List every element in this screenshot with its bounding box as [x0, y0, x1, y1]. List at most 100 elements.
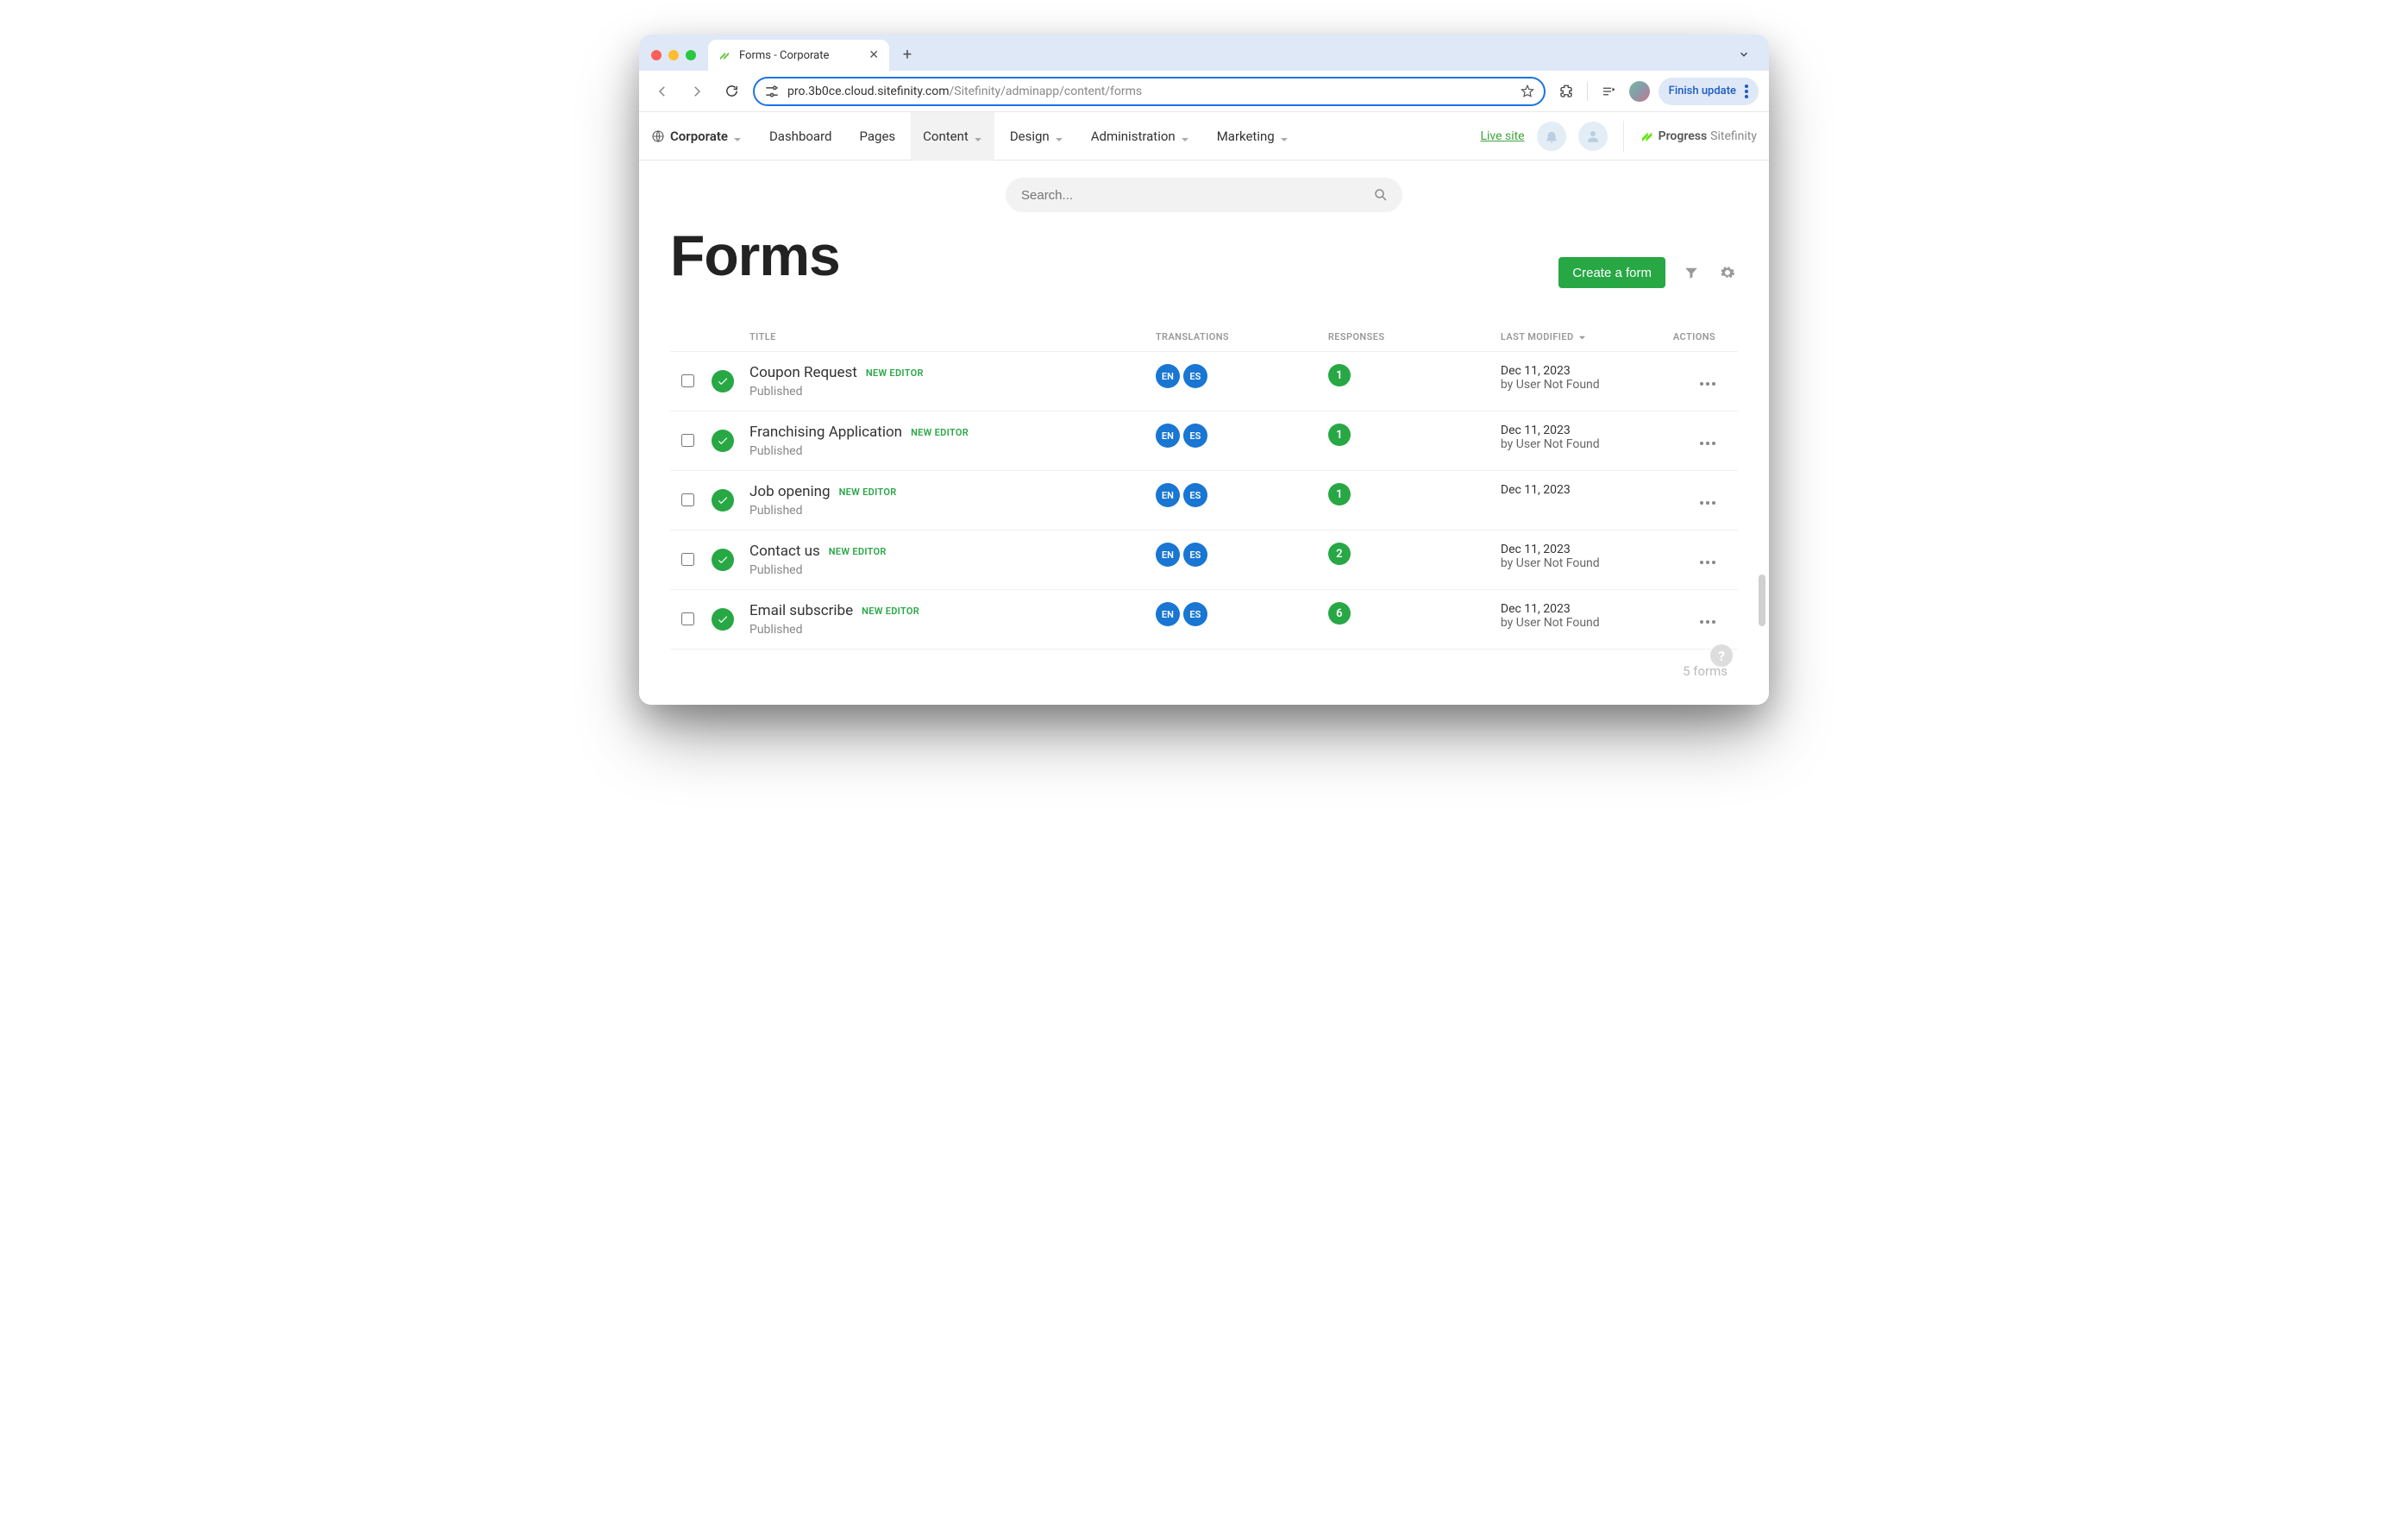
new-tab-button[interactable]: +	[894, 41, 920, 67]
caret-down-icon	[733, 132, 742, 141]
col-title[interactable]: TITLE	[743, 323, 1149, 352]
search-bar[interactable]	[1006, 178, 1402, 212]
lang-badge-en[interactable]: EN	[1156, 364, 1180, 388]
filter-icon[interactable]	[1681, 262, 1702, 283]
browser-window: Forms - Corporate ✕ + pro.3b0ce.cloud.si…	[639, 35, 1769, 705]
lang-badge-es[interactable]: ES	[1183, 483, 1207, 507]
nav-content[interactable]: Content	[911, 112, 994, 160]
window-controls[interactable]	[651, 50, 696, 60]
lang-badge-en[interactable]: EN	[1156, 602, 1180, 626]
finish-update-chip[interactable]: Finish update	[1659, 78, 1759, 105]
app-root: Corporate Dashboard Pages Content Design…	[639, 112, 1769, 705]
address-bar[interactable]: pro.3b0ce.cloud.sitefinity.com/Sitefinit…	[753, 77, 1546, 106]
lang-badge-es[interactable]: ES	[1183, 602, 1207, 626]
search-input[interactable]	[1019, 187, 1373, 204]
table-row[interactable]: Coupon Request NEW EDITOR Published ENES…	[670, 352, 1738, 411]
site-settings-icon[interactable]	[763, 83, 781, 100]
row-actions-menu[interactable]	[1695, 615, 1721, 629]
lm-date: Dec 11, 2023	[1501, 364, 1659, 378]
row-checkbox[interactable]	[681, 434, 694, 447]
responses-badge[interactable]: 1	[1328, 364, 1351, 386]
lang-badge-es[interactable]: ES	[1183, 364, 1207, 388]
table-row[interactable]: Email subscribe NEW EDITOR Published ENE…	[670, 590, 1738, 650]
forward-button[interactable]	[684, 78, 710, 104]
url-path: /Sitefinity/adminapp/content/forms	[950, 85, 1143, 98]
lang-badge-en[interactable]: EN	[1156, 543, 1180, 567]
responses-badge[interactable]: 2	[1328, 543, 1351, 565]
col-last-modified[interactable]: LAST MODIFIED	[1494, 323, 1666, 352]
notifications-icon[interactable]	[1537, 122, 1566, 151]
settings-gear-icon[interactable]	[1717, 262, 1738, 283]
col-translations[interactable]: TRANSLATIONS	[1149, 323, 1321, 352]
row-title[interactable]: Franchising Application	[749, 424, 902, 441]
row-checkbox[interactable]	[681, 374, 694, 387]
row-title[interactable]: Coupon Request	[749, 364, 857, 381]
responses-badge[interactable]: 1	[1328, 424, 1351, 446]
maximize-window-icon[interactable]	[686, 50, 696, 60]
table-row[interactable]: Job opening NEW EDITOR Published ENES 1 …	[670, 471, 1738, 531]
footer-count: ? 5 forms	[670, 663, 1738, 679]
back-button[interactable]	[649, 78, 675, 104]
last-modified: Dec 11, 2023 by User Not Found	[1501, 364, 1659, 392]
separator	[1623, 121, 1624, 152]
brand-sitefinity: Sitefinity	[1710, 129, 1757, 143]
lm-by: by User Not Found	[1501, 437, 1659, 451]
help-icon[interactable]: ?	[1710, 644, 1733, 667]
lm-date: Dec 11, 2023	[1501, 602, 1659, 616]
row-checkbox[interactable]	[681, 493, 694, 506]
header-right: Live site Progress Sitefinity	[1480, 121, 1757, 152]
separator	[1587, 82, 1588, 101]
row-checkbox[interactable]	[681, 612, 694, 625]
row-actions-menu[interactable]	[1695, 436, 1721, 450]
row-actions-menu[interactable]	[1695, 556, 1721, 569]
minimize-window-icon[interactable]	[668, 50, 679, 60]
extensions-icon[interactable]	[1554, 79, 1578, 104]
table-row[interactable]: Contact us NEW EDITOR Published ENES 2 D…	[670, 531, 1738, 590]
row-title[interactable]: Email subscribe	[749, 602, 853, 619]
site-switcher[interactable]: Corporate	[651, 129, 742, 144]
browser-tabbar: Forms - Corporate ✕ +	[639, 35, 1769, 71]
tab-overflow-button[interactable]	[1733, 43, 1755, 66]
close-tab-icon[interactable]: ✕	[869, 48, 879, 62]
page-title: Forms	[670, 223, 840, 288]
lang-badge-es[interactable]: ES	[1183, 424, 1207, 448]
scrollbar-thumb[interactable]	[1759, 574, 1765, 626]
media-icon[interactable]	[1596, 79, 1621, 104]
responses-badge[interactable]: 6	[1328, 602, 1351, 625]
table-row[interactable]: Franchising Application NEW EDITOR Publi…	[670, 411, 1738, 471]
new-editor-tag: NEW EDITOR	[839, 487, 897, 498]
browser-toolbar: pro.3b0ce.cloud.sitefinity.com/Sitefinit…	[639, 71, 1769, 112]
row-status: Published	[749, 623, 1142, 637]
lang-badge-en[interactable]: EN	[1156, 424, 1180, 448]
nav-administration[interactable]: Administration	[1079, 112, 1201, 160]
close-window-icon[interactable]	[651, 50, 662, 60]
responses-badge[interactable]: 1	[1328, 483, 1351, 505]
user-avatar-icon[interactable]	[1578, 122, 1608, 151]
create-form-button[interactable]: Create a form	[1558, 257, 1665, 288]
nav-dashboard[interactable]: Dashboard	[757, 112, 844, 160]
caret-down-icon	[974, 132, 982, 141]
tab-title: Forms - Corporate	[739, 49, 829, 62]
row-actions-menu[interactable]	[1695, 496, 1721, 510]
row-checkbox[interactable]	[681, 553, 694, 566]
profile-avatar-icon[interactable]	[1629, 81, 1650, 102]
nav-marketing[interactable]: Marketing	[1205, 112, 1301, 160]
nav-label: Content	[923, 129, 969, 144]
row-actions-menu[interactable]	[1695, 377, 1721, 391]
reload-button[interactable]	[718, 78, 744, 104]
row-title[interactable]: Contact us	[749, 543, 820, 560]
nav-design[interactable]: Design	[998, 112, 1075, 160]
status-published-icon	[712, 370, 734, 392]
live-site-link[interactable]: Live site	[1480, 129, 1524, 143]
globe-icon	[651, 129, 665, 143]
col-responses[interactable]: RESPONSES	[1321, 323, 1494, 352]
lang-badge-es[interactable]: ES	[1183, 543, 1207, 567]
row-title[interactable]: Job opening	[749, 483, 831, 500]
lang-badge-en[interactable]: EN	[1156, 483, 1180, 507]
url-host: pro.3b0ce.cloud.sitefinity.com	[787, 85, 950, 98]
nav-pages[interactable]: Pages	[847, 112, 907, 160]
sitefinity-favicon-icon	[718, 48, 732, 62]
bookmark-star-icon[interactable]	[1520, 84, 1535, 99]
last-modified: Dec 11, 2023 by User Not Found	[1501, 424, 1659, 451]
browser-tab[interactable]: Forms - Corporate ✕	[708, 40, 889, 71]
